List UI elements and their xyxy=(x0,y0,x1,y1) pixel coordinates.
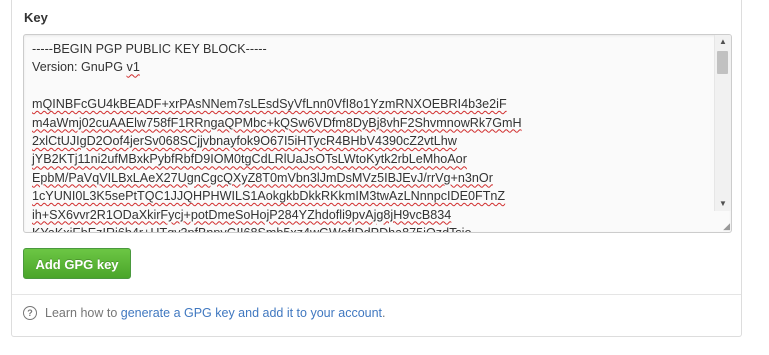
divider xyxy=(12,294,741,295)
help-prefix: Learn how to xyxy=(45,306,121,320)
key-textarea[interactable]: -----BEGIN PGP PUBLIC KEY BLOCK----- Vers… xyxy=(23,34,732,233)
question-circle-icon: ? xyxy=(23,305,37,320)
key-textarea-content[interactable]: -----BEGIN PGP PUBLIC KEY BLOCK----- Vers… xyxy=(32,40,711,233)
scroll-down-arrow-icon[interactable]: ▼ xyxy=(715,197,731,211)
gpg-key-form-panel: Key -----BEGIN PGP PUBLIC KEY BLOCK-----… xyxy=(11,0,742,337)
key-text-line: mQINBFcGU4kBEADF+xrPAsNNem7sLEsdSyVfLnn0… xyxy=(32,97,507,112)
key-text-line: jYB2KTj11ni2ufMBxkPybfRbfD9IOM0tgCdLRlUa… xyxy=(32,152,467,167)
key-text-line: Version: GnuPG v1 xyxy=(32,60,140,75)
scroll-up-arrow-icon[interactable]: ▲ xyxy=(715,35,731,49)
key-field-label: Key xyxy=(24,10,48,25)
key-text-line: ih+SX6vvr2R1ODaXkirFycj+potDmeSoHojP284Y… xyxy=(32,207,452,222)
key-text-line: -----BEGIN PGP PUBLIC KEY BLOCK----- xyxy=(32,42,267,56)
generate-gpg-key-link[interactable]: generate a GPG key and add it to your ac… xyxy=(121,306,382,320)
key-text-line: 1cYUNI0L3K5sePtTQC1JJQHPHWILS1AokgkbDkkR… xyxy=(32,189,506,204)
key-text-line: 2xlCtUJIgD2Oof4jerSv068SCjjvbnayfok9O67I… xyxy=(32,133,457,148)
resize-grip-icon[interactable]: ◢ xyxy=(720,221,730,231)
textarea-scrollbar[interactable]: ▲ ▼ xyxy=(714,35,731,211)
scrollbar-thumb[interactable] xyxy=(717,51,728,74)
help-suffix: . xyxy=(382,306,386,320)
key-text-line: KYaKxiEbEzIRi6b4r+HTqv3pfBnpyGII68Smb5xz… xyxy=(32,225,472,233)
help-text: ? Learn how to generate a GPG key and add… xyxy=(23,304,386,322)
key-text-line: m4aWmj02cuAAElw758fF1RRngaQPMbc+kQSw6VDf… xyxy=(32,115,522,130)
key-text-line: EpbM/PaVqVILBxLAeX27UgnCgcQXyZ8T0mVbn3lJ… xyxy=(32,170,493,185)
key-text-line xyxy=(32,77,711,95)
add-gpg-key-button[interactable]: Add GPG key xyxy=(23,248,131,279)
